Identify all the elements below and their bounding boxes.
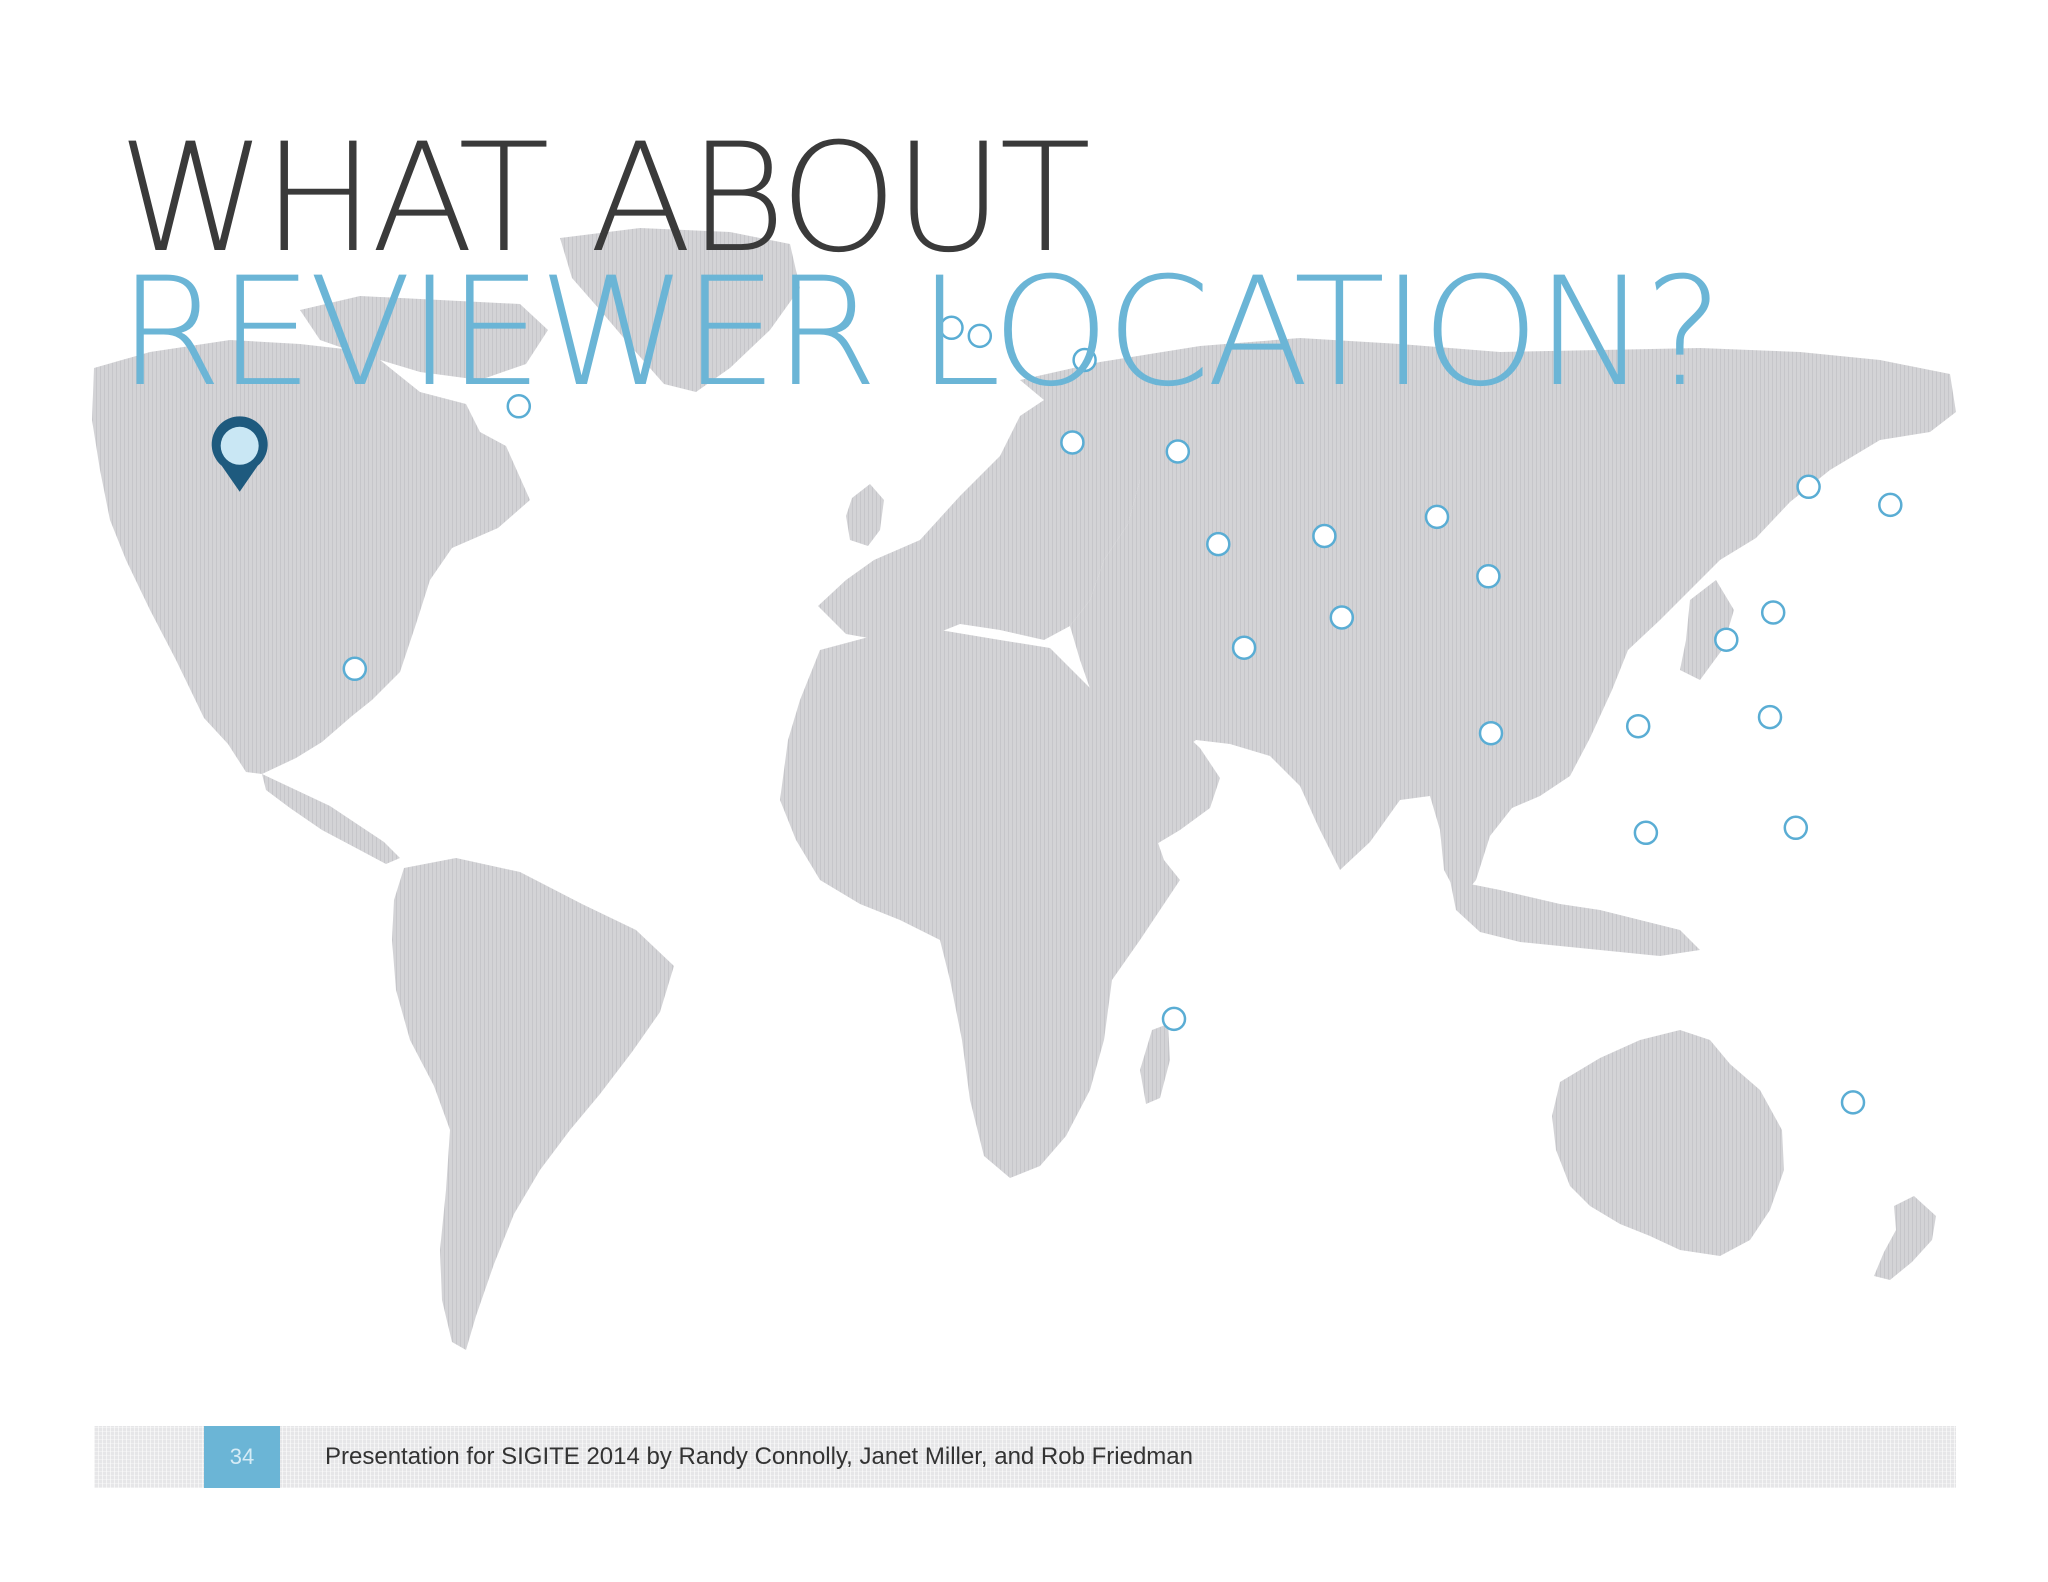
new-zealand-landmass xyxy=(1874,1196,1936,1280)
australia-landmass xyxy=(1552,1030,1784,1256)
reviewer-location-marker xyxy=(1840,1090,1866,1115)
indonesia-landmass xyxy=(1450,880,1700,956)
reviewer-location-marker xyxy=(1633,820,1659,846)
reviewer-location-marker xyxy=(1161,1006,1187,1032)
reviewer-location-marker xyxy=(1714,627,1739,652)
reviewer-location-marker xyxy=(1312,523,1337,549)
reviewer-location-marker xyxy=(1796,474,1821,500)
reviewer-location-marker xyxy=(1625,713,1651,739)
reviewer-location-marker xyxy=(1424,504,1450,530)
reviewer-location-marker xyxy=(342,656,368,682)
slide: WHAT ABOUT REVIEWER LOCATION? 34 Present… xyxy=(0,0,2048,1582)
reviewer-location-marker xyxy=(1478,720,1504,746)
reviewer-location-marker xyxy=(1757,704,1783,730)
reviewer-location-marker xyxy=(1783,815,1809,841)
great-britain-landmass xyxy=(846,484,884,546)
reviewer-location-marker xyxy=(1231,635,1257,660)
central-america-landmass xyxy=(262,774,400,864)
page-number: 34 xyxy=(204,1426,280,1488)
reviewer-location-marker xyxy=(1165,439,1191,464)
title-line-2: REVIEWER LOCATION? xyxy=(118,246,1723,420)
reviewer-location-marker xyxy=(1060,430,1085,455)
south-america-landmass xyxy=(392,858,674,1350)
reviewer-location-marker xyxy=(1329,605,1355,630)
reviewer-location-marker xyxy=(1878,492,1903,518)
madagascar-landmass xyxy=(1140,1024,1170,1104)
reviewer-location-marker xyxy=(1760,600,1786,625)
reviewer-location-marker xyxy=(1206,531,1231,557)
footer-credit-text: Presentation for SIGITE 2014 by Randy Co… xyxy=(325,1443,1193,1470)
reviewer-location-marker xyxy=(1476,564,1501,589)
